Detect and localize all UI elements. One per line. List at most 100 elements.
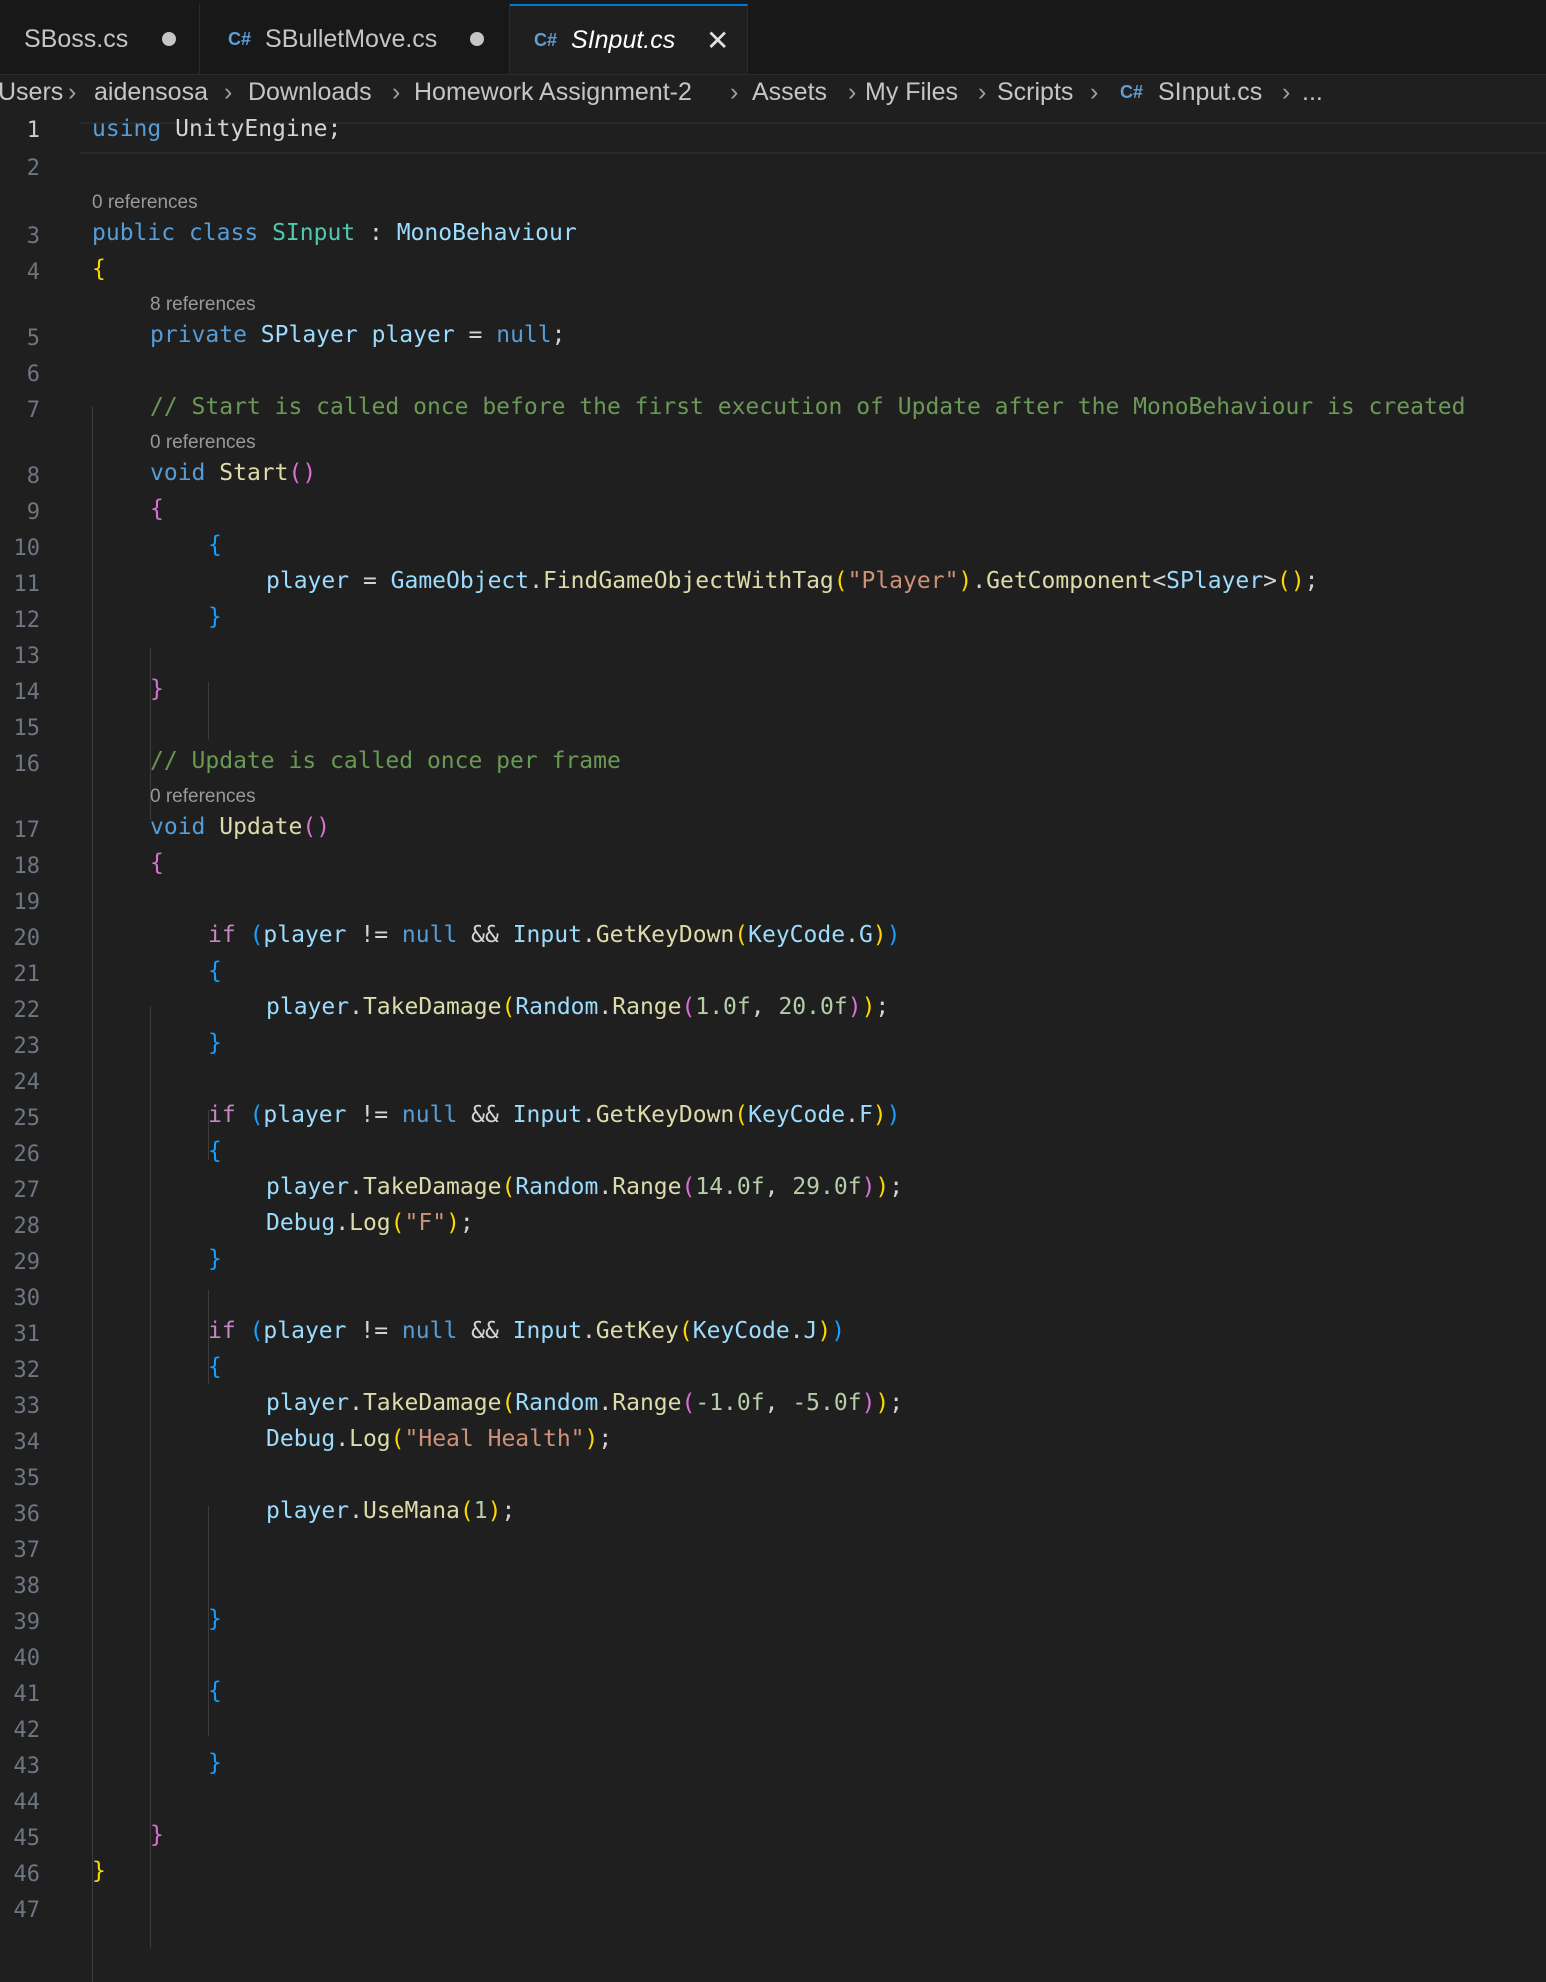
breadcrumb-item[interactable]: My Files [865,78,958,107]
line-number: 23 [13,1034,41,1059]
unsaved-dot-icon[interactable] [162,32,176,46]
line-number: 41 [13,1682,41,1707]
line-number: 36 [13,1502,41,1527]
code-line: if (player != null && Input.GetKey(KeyCo… [208,1318,846,1344]
line-number: 32 [13,1358,41,1383]
code-line: } [208,1246,222,1272]
line-number: 46 [13,1862,41,1887]
code-line: Debug.Log("Heal Health"); [266,1426,613,1452]
chevron-right-icon: › [68,78,77,106]
line-number: 11 [13,572,41,597]
line-number: 20 [13,926,41,951]
code-line: { [208,1138,222,1164]
chevron-right-icon: › [1090,78,1099,106]
breadcrumb-item[interactable]: Downloads [248,78,372,107]
code-comment: // Start is called once before the first… [150,394,1466,420]
line-number: 13 [13,644,41,669]
line-number: 30 [13,1286,41,1311]
indent-guide [92,406,93,1982]
chevron-right-icon: › [1282,78,1291,106]
csharp-file-icon: C# [1120,82,1144,102]
line-number: 37 [13,1538,41,1563]
tab-label: SBoss.cs [24,24,129,53]
line-number: 5 [26,326,40,351]
code-line: if (player != null && Input.GetKeyDown(K… [208,922,901,948]
code-line: { [150,850,164,876]
code-line: { [208,1678,222,1704]
tab-sinput[interactable]: C# SInput.cs ✕ [510,4,748,74]
code-line: player.UseMana(1); [266,1498,516,1524]
codelens-references[interactable]: 8 references [150,294,256,316]
line-number: 38 [13,1574,41,1599]
line-number: 2 [26,156,40,181]
unsaved-dot-icon[interactable] [470,32,484,46]
code-line: player = GameObject.FindGameObjectWithTa… [266,568,1319,594]
chevron-right-icon: › [392,78,401,106]
code-line: player.TakeDamage(Random.Range(1.0f, 20.… [266,994,890,1020]
line-number: 3 [26,224,40,249]
codelens-references[interactable]: 0 references [150,432,256,454]
line-number: 10 [13,536,41,561]
code-line: { [92,256,106,282]
line-number: 18 [13,854,41,879]
code-line: Debug.Log("F"); [266,1210,474,1236]
line-number: 34 [13,1430,41,1455]
line-number: 43 [13,1754,41,1779]
line-number: 39 [13,1610,41,1635]
code-line: } [208,1030,222,1056]
code-line: } [208,1606,222,1632]
breadcrumb-item[interactable]: Scripts [997,78,1073,107]
chevron-right-icon: › [730,78,739,106]
tab-label: SInput.cs [571,25,676,54]
breadcrumb-item[interactable]: aidensosa [94,78,208,107]
breadcrumb-item[interactable]: Homework Assignment-2 [414,78,692,107]
line-number: 14 [13,680,41,705]
code-line: } [150,676,164,702]
code-line: } [92,1858,106,1884]
line-number: 42 [13,1718,41,1743]
code-line: private SPlayer player = null; [150,322,566,348]
code-line: if (player != null && Input.GetKeyDown(K… [208,1102,901,1128]
indent-guide [150,1006,151,1948]
code-editor[interactable]: 1 2 3 4 5 6 7 8 9 10 11 12 13 14 15 16 1… [0,116,1546,1982]
code-line: } [208,1750,222,1776]
editor-tab-bar: C# SBoss.cs C# SBulletMove.cs C# SInput.… [0,0,1546,75]
breadcrumb-item[interactable]: SInput.cs [1158,78,1262,107]
line-number: 28 [13,1214,41,1239]
indent-guide [208,682,209,740]
code-comment: // Update is called once per frame [150,748,621,774]
close-icon[interactable]: ✕ [706,24,729,57]
codelens-references[interactable]: 0 references [150,786,256,808]
chevron-right-icon: › [978,78,987,106]
code-line: void Start() [150,460,317,486]
line-number: 19 [13,890,41,915]
line-number: 6 [26,362,40,387]
line-number: 29 [13,1250,41,1275]
code-line: { [150,496,164,522]
line-number: 27 [13,1178,41,1203]
line-number: 44 [13,1790,41,1815]
line-number: 22 [13,998,41,1023]
line-number: 12 [13,608,41,633]
code-line: { [208,958,222,984]
breadcrumb-item[interactable]: Assets [752,78,827,107]
code-line: { [208,532,222,558]
line-number: 47 [13,1898,41,1923]
line-number: 26 [13,1142,41,1167]
line-number: 24 [13,1070,41,1095]
csharp-file-icon: C# [534,29,558,50]
chevron-right-icon: › [224,78,233,106]
tab-sboss[interactable]: C# SBoss.cs [0,4,200,74]
code-line: { [208,1354,222,1380]
tab-label: SBulletMove.cs [265,24,438,53]
csharp-file-icon: C# [228,28,252,49]
breadcrumb: Users › aidensosa › Downloads › Homework… [0,76,1546,116]
code-line: } [150,1822,164,1848]
code-line: } [208,604,222,630]
breadcrumb-item[interactable]: Users [0,78,63,107]
codelens-references[interactable]: 0 references [92,192,198,214]
line-number: 33 [13,1394,41,1419]
line-number: 25 [13,1106,41,1131]
tab-sbulletmove[interactable]: C# SBulletMove.cs [200,4,510,74]
breadcrumb-item[interactable]: ... [1302,78,1323,107]
